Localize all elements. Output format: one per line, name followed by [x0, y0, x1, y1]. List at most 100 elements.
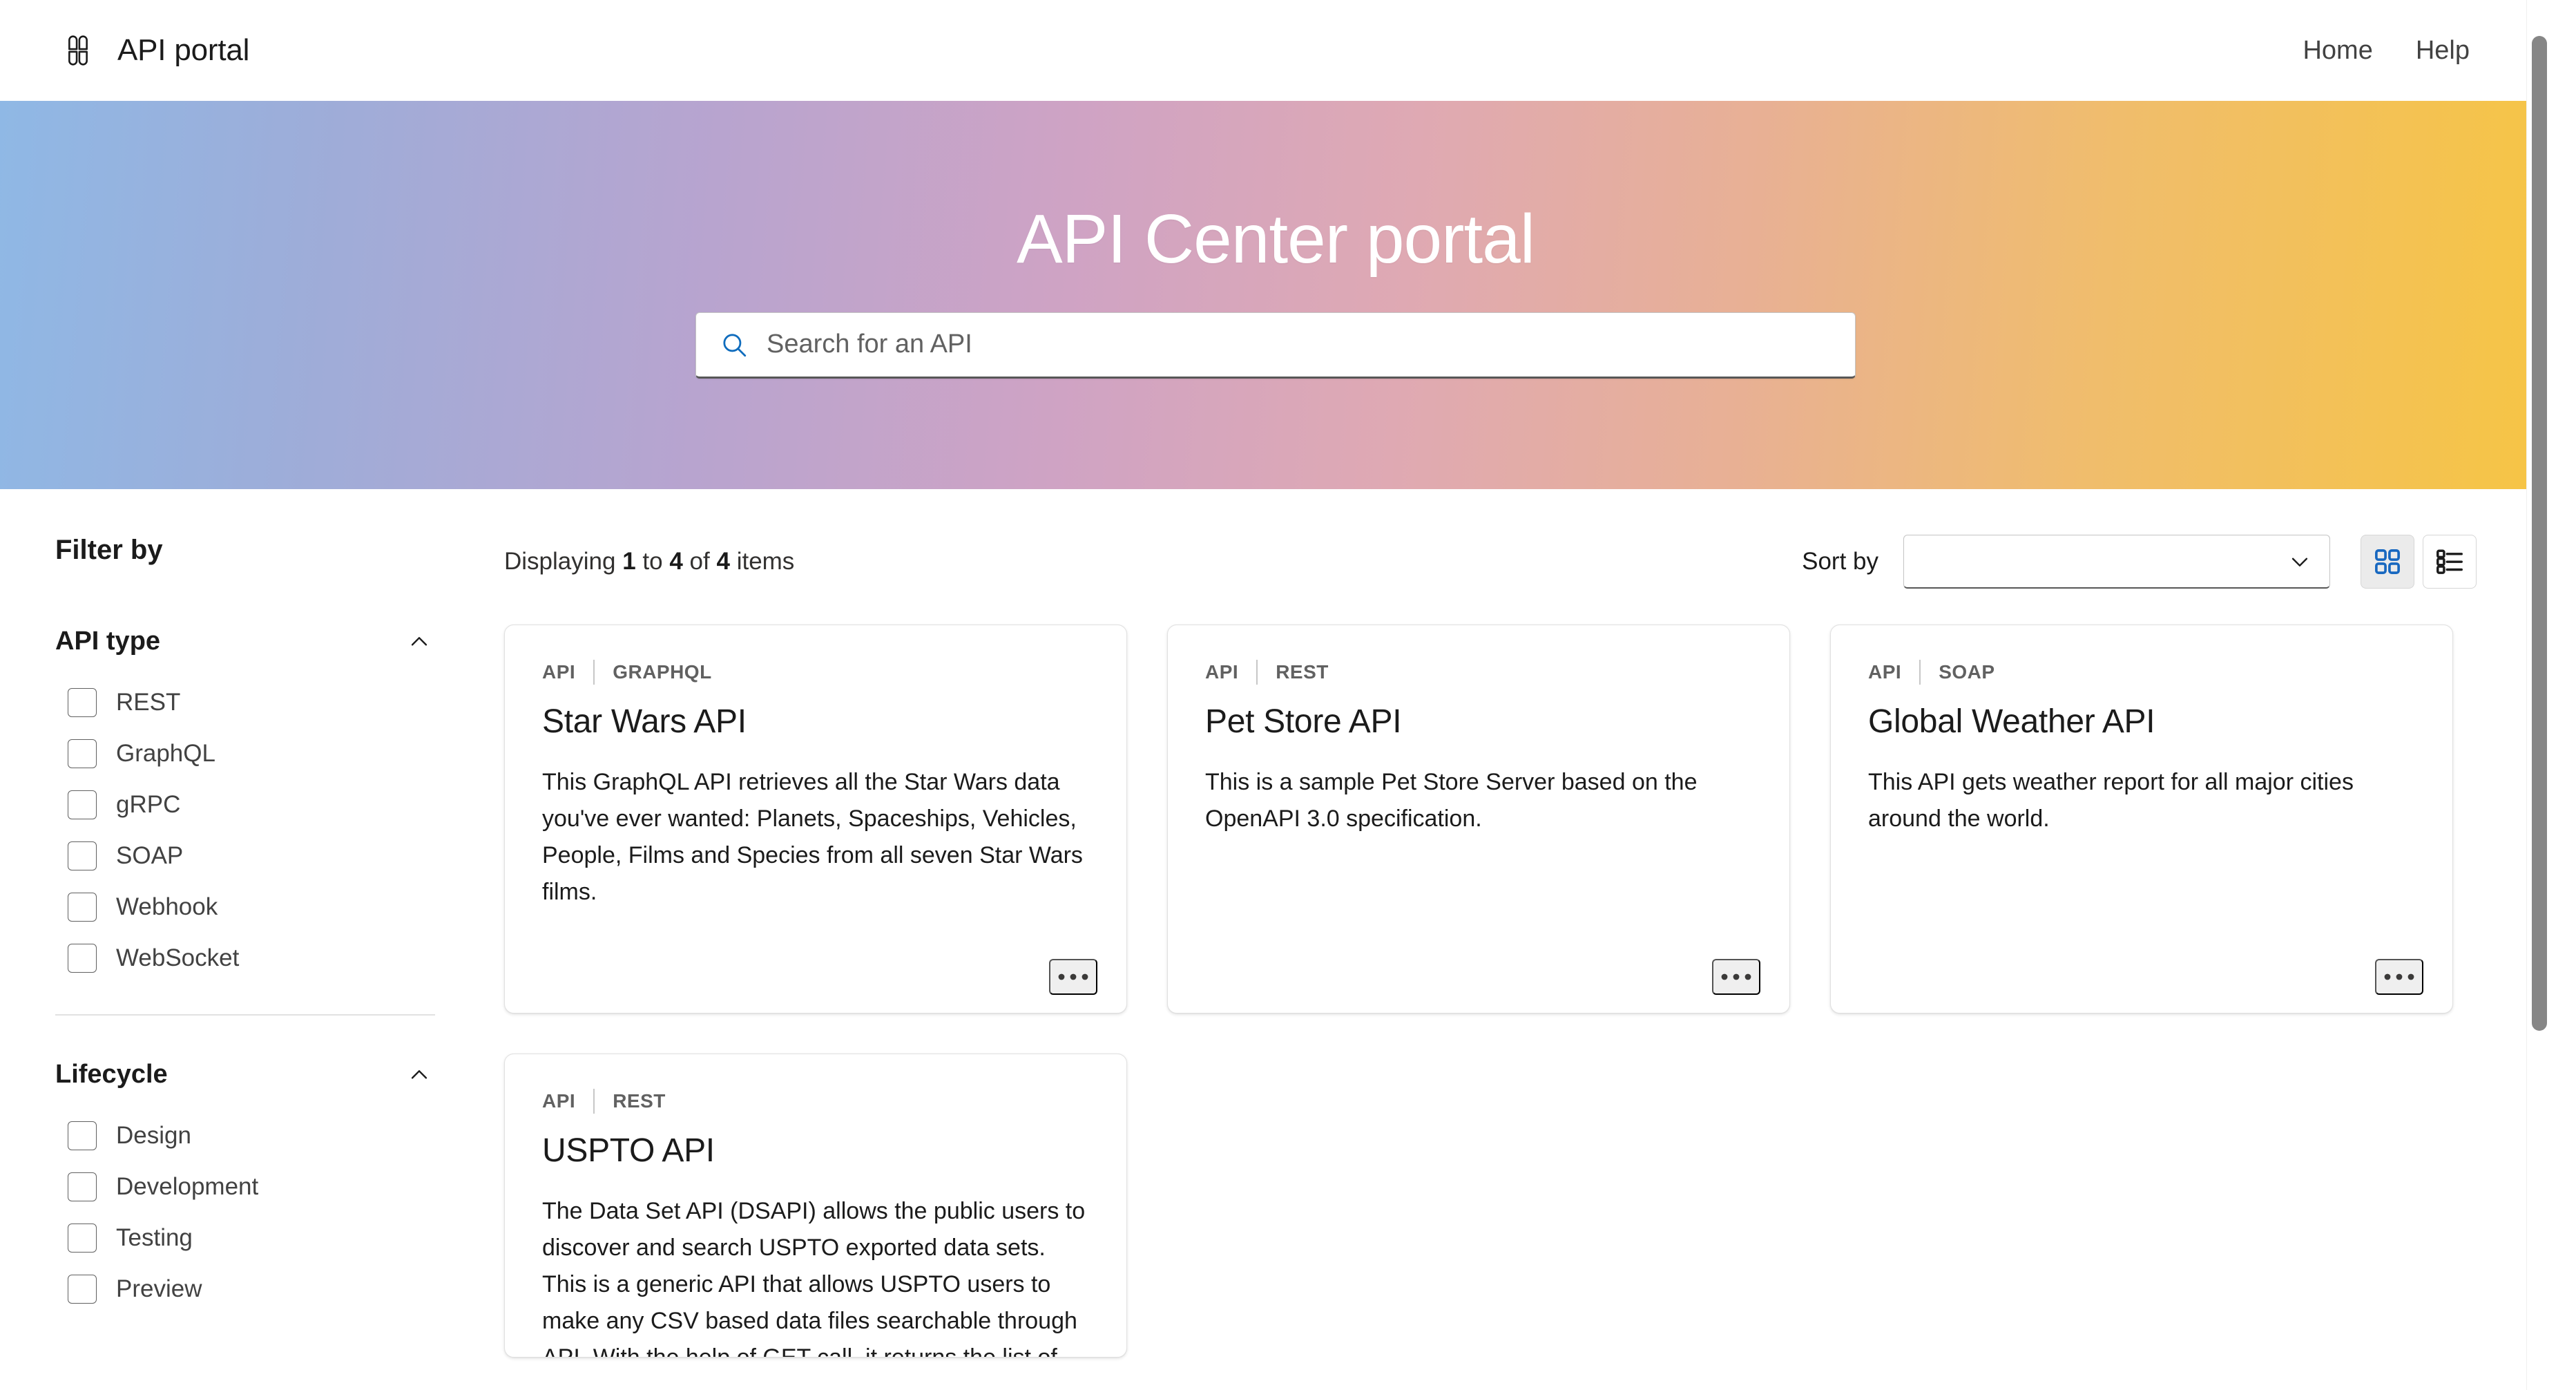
card-more-button[interactable] [1712, 959, 1760, 995]
kicker-separator [593, 660, 595, 685]
card-more-button[interactable] [1049, 959, 1097, 995]
toolbar-controls: Sort by [1802, 535, 2477, 589]
checkbox-development[interactable] [68, 1172, 97, 1201]
grid-view-icon [2372, 546, 2403, 577]
checkbox-row-preview[interactable]: Preview [55, 1275, 435, 1304]
checkbox-label-webhook: Webhook [116, 893, 218, 921]
checkbox-row-webhook[interactable]: Webhook [55, 893, 435, 922]
card-kicker: API REST [542, 1089, 1089, 1114]
displaying-prefix: Displaying [504, 548, 615, 575]
displaying-to: 4 [669, 548, 682, 575]
page-root: API portal Home Help API Center portal F… [0, 0, 2551, 1358]
api-card[interactable]: API GRAPHQL Star Wars API This GraphQL A… [504, 625, 1127, 1013]
card-type: SOAP [1939, 661, 1995, 683]
checkbox-row-soap[interactable]: SOAP [55, 841, 435, 870]
checkbox-soap[interactable] [68, 841, 97, 870]
primary-nav: Home Help [2303, 36, 2497, 66]
hero-banner: API Center portal [0, 101, 2551, 489]
api-card[interactable]: API SOAP Global Weather API This API get… [1830, 625, 2453, 1013]
checkbox-row-graphql[interactable]: GraphQL [55, 739, 435, 768]
card-description: This GraphQL API retrieves all the Star … [542, 764, 1089, 911]
checkbox-row-grpc[interactable]: gRPC [55, 790, 435, 819]
kicker-separator [1919, 660, 1921, 685]
checkbox-row-testing[interactable]: Testing [55, 1224, 435, 1253]
displaying-of-word: of [690, 548, 710, 575]
facet-api-type-header[interactable]: API type [55, 627, 435, 656]
top-navigation-bar: API portal Home Help [0, 0, 2551, 101]
api-card[interactable]: API REST USPTO API The Data Set API (DSA… [504, 1054, 1127, 1358]
kicker-separator [1256, 660, 1258, 685]
brand-home-link[interactable]: API portal [62, 33, 249, 68]
checkbox-row-websocket[interactable]: WebSocket [55, 944, 435, 973]
filter-sidebar: Filter by API type REST [0, 489, 490, 1358]
card-description: This is a sample Pet Store Server based … [1205, 764, 1752, 837]
filter-by-heading: Filter by [55, 535, 490, 566]
facet-lifecycle-header[interactable]: Lifecycle [55, 1060, 435, 1089]
results-count: Displaying 1 to 4 of 4 items [504, 548, 794, 575]
checkbox-label-grpc: gRPC [116, 791, 180, 819]
facet-lifecycle-options: Design Development Testing Preview [55, 1121, 435, 1304]
card-kind: API [1868, 661, 1901, 683]
list-view-icon [2434, 546, 2465, 577]
checkbox-row-design[interactable]: Design [55, 1121, 435, 1150]
checkbox-graphql[interactable] [68, 739, 97, 768]
brand-title: API portal [117, 33, 249, 68]
checkbox-label-graphql: GraphQL [116, 740, 215, 768]
sort-by-select[interactable] [1903, 535, 2330, 589]
card-kicker: API SOAP [1868, 660, 2415, 685]
card-more-button[interactable] [2375, 959, 2423, 995]
facet-api-type-options: REST GraphQL gRPC SOAP [55, 688, 435, 973]
nav-link-home[interactable]: Home [2303, 36, 2372, 66]
checkbox-label-development: Development [116, 1173, 258, 1201]
facet-lifecycle-title: Lifecycle [55, 1060, 168, 1089]
search-icon [720, 330, 749, 359]
vertical-scrollbar-thumb[interactable] [2532, 36, 2547, 1031]
search-box[interactable] [695, 312, 1856, 379]
list-view-button[interactable] [2423, 535, 2477, 589]
checkbox-grpc[interactable] [68, 790, 97, 819]
clover-grid-icon [62, 35, 94, 66]
facet-lifecycle: Lifecycle Design Development [55, 1060, 490, 1304]
page-title: API Center portal [1017, 200, 1535, 279]
displaying-to-word: to [642, 548, 662, 575]
more-horizontal-icon [1057, 972, 1089, 982]
more-horizontal-icon [1720, 972, 1752, 982]
card-type: REST [1276, 661, 1329, 683]
card-title: Pet Store API [1205, 703, 1752, 741]
checkbox-design[interactable] [68, 1121, 97, 1150]
displaying-suffix: items [737, 548, 795, 575]
card-title: Star Wars API [542, 703, 1089, 741]
checkbox-websocket[interactable] [68, 944, 97, 973]
checkbox-webhook[interactable] [68, 893, 97, 922]
checkbox-rest[interactable] [68, 688, 97, 717]
checkbox-row-rest[interactable]: REST [55, 688, 435, 717]
card-kicker: API REST [1205, 660, 1752, 685]
card-description: This API gets weather report for all maj… [1868, 764, 2415, 837]
chevron-up-icon[interactable] [407, 630, 431, 654]
chevron-up-icon[interactable] [407, 1063, 431, 1087]
nav-link-help[interactable]: Help [2416, 36, 2470, 66]
api-card[interactable]: API REST Pet Store API This is a sample … [1167, 625, 1790, 1013]
content-area: Filter by API type REST [0, 489, 2551, 1358]
checkbox-label-rest: REST [116, 689, 180, 716]
sidebar-spacer [55, 1016, 490, 1060]
kicker-separator [593, 1089, 595, 1114]
checkbox-label-websocket: WebSocket [116, 944, 239, 972]
search-input[interactable] [767, 330, 1832, 359]
card-kind: API [542, 661, 575, 683]
checkbox-preview[interactable] [68, 1275, 97, 1304]
checkbox-testing[interactable] [68, 1224, 97, 1253]
checkbox-label-testing: Testing [116, 1224, 193, 1252]
vertical-scrollbar-track[interactable] [2526, 0, 2551, 1390]
card-kicker: API GRAPHQL [542, 660, 1089, 685]
card-type: REST [613, 1090, 666, 1112]
grid-view-button[interactable] [2361, 535, 2414, 589]
checkbox-row-development[interactable]: Development [55, 1172, 435, 1201]
card-type: GRAPHQL [613, 661, 712, 683]
card-kind: API [542, 1090, 575, 1112]
checkbox-label-preview: Preview [116, 1275, 202, 1303]
view-mode-toggle [2361, 535, 2477, 589]
sort-by-label: Sort by [1802, 548, 1878, 575]
facet-api-type-title: API type [55, 627, 160, 656]
card-title: Global Weather API [1868, 703, 2415, 741]
